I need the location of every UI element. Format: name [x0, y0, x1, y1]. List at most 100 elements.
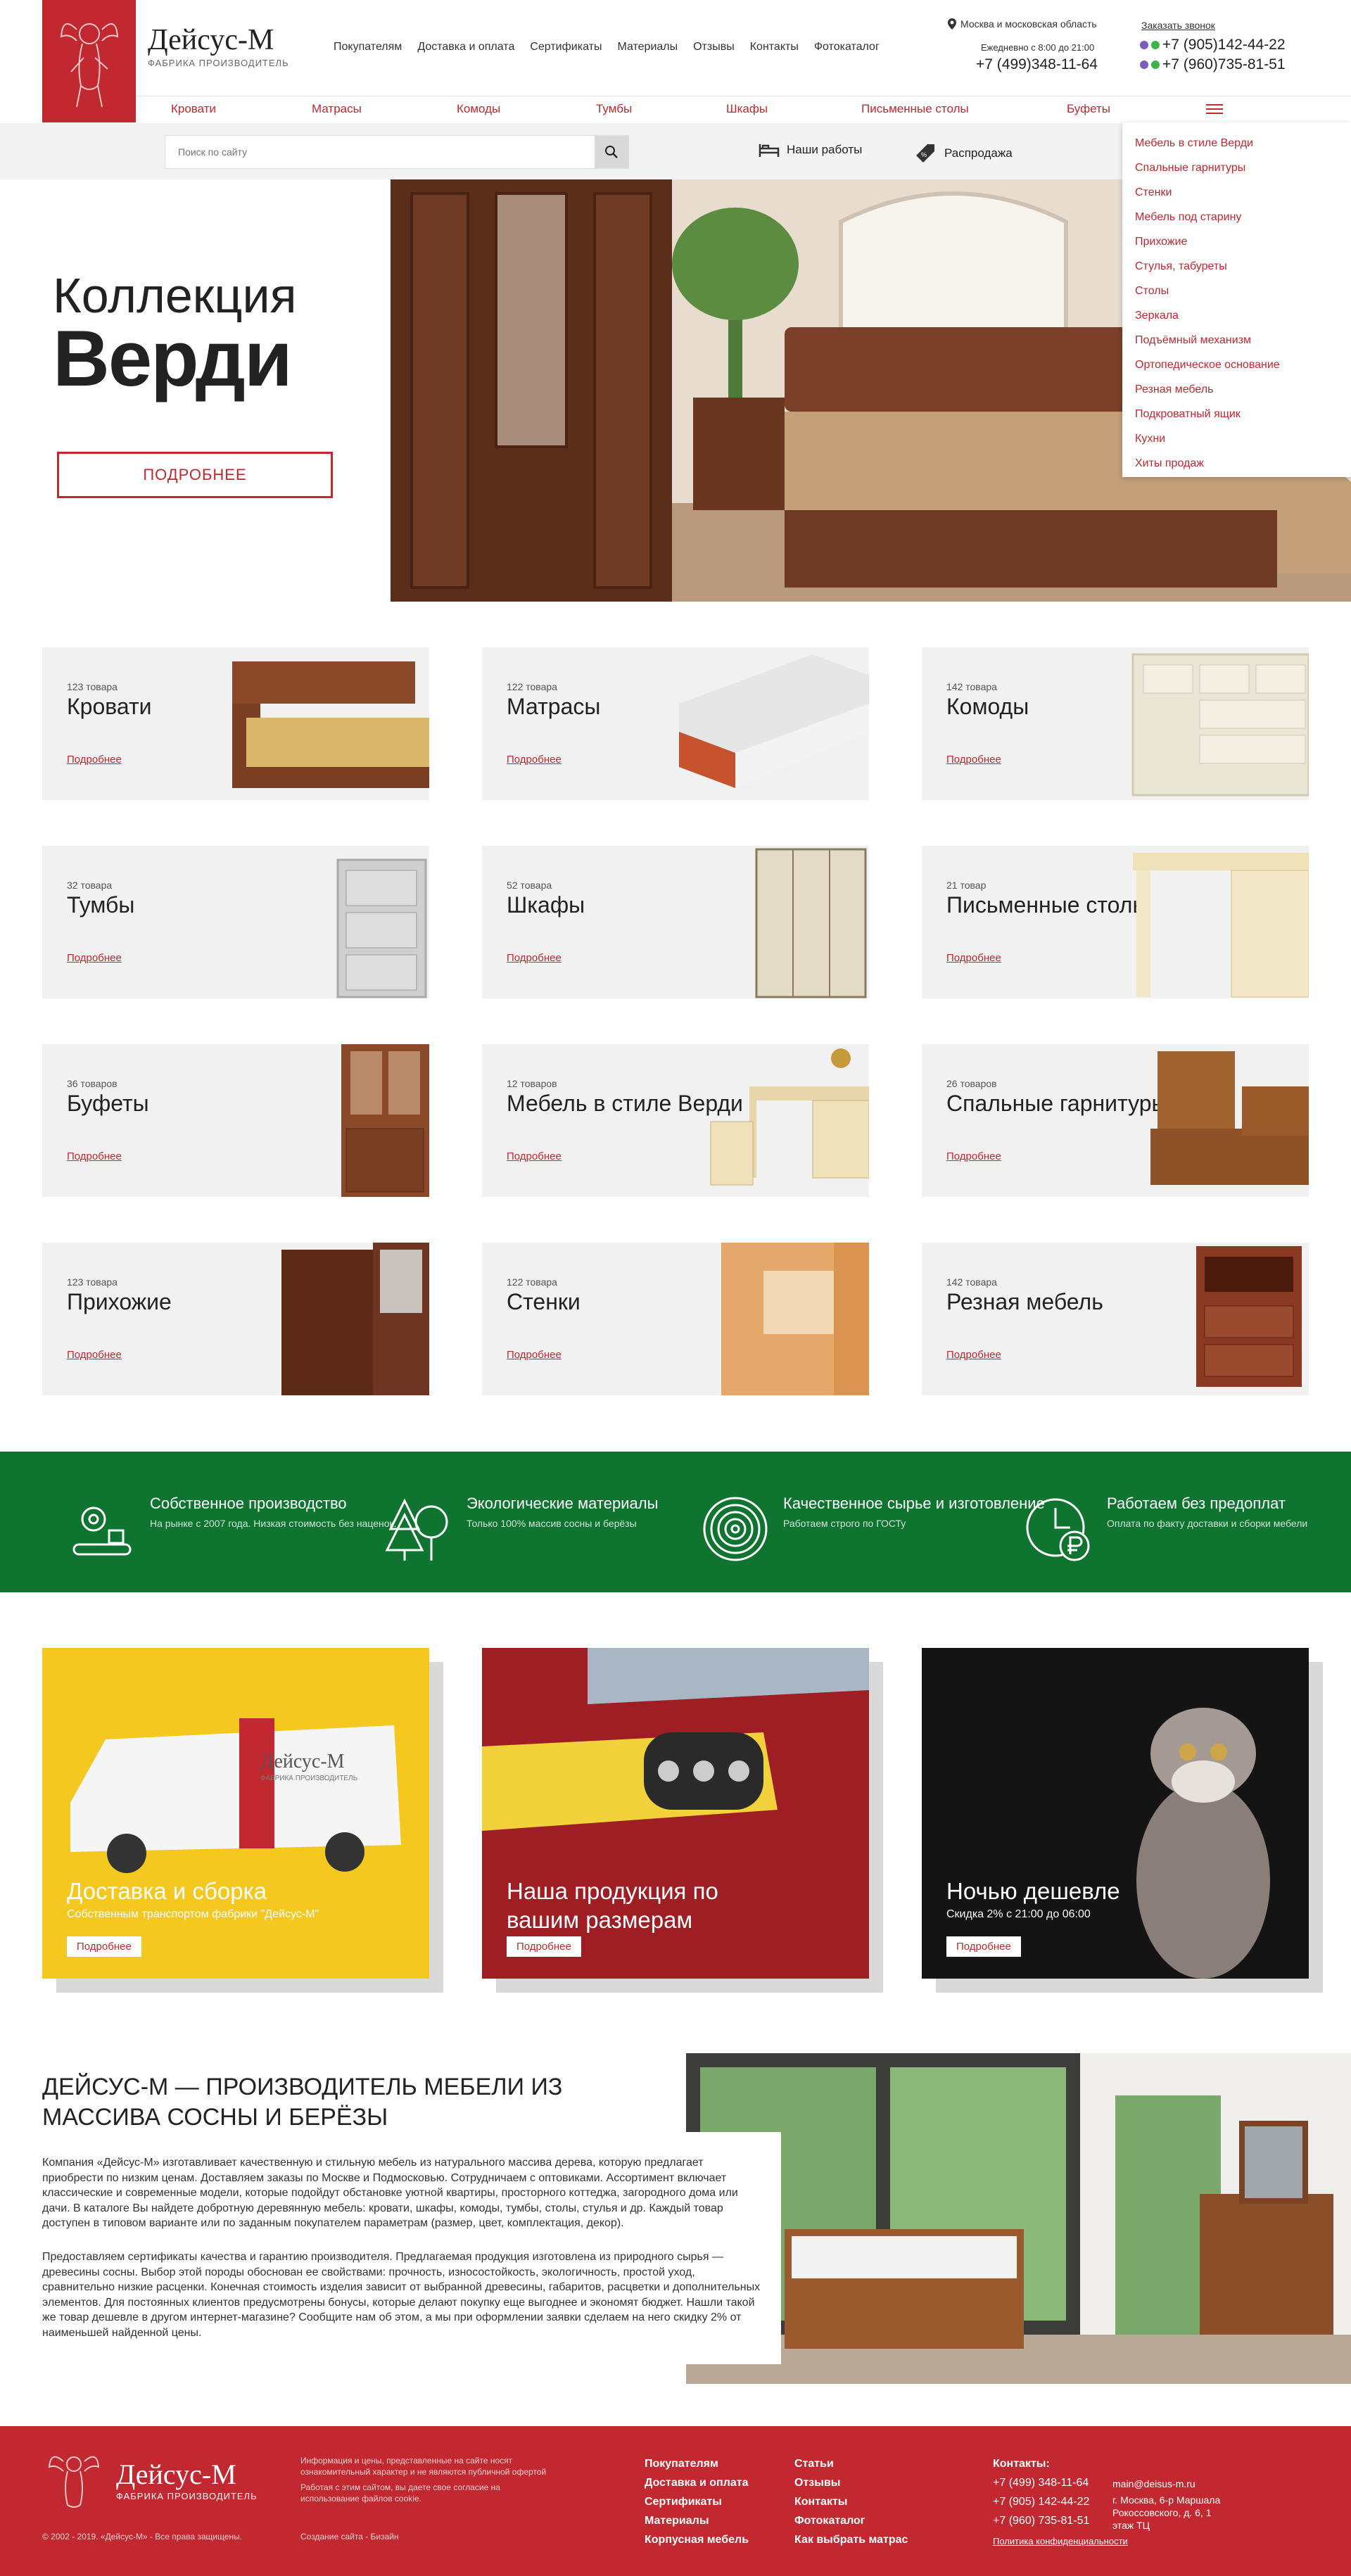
- category-card[interactable]: 123 товара Прихожие Подробнее: [42, 1243, 429, 1395]
- topnav-item[interactable]: Материалы: [617, 41, 678, 53]
- category-card[interactable]: 21 товар Письменные столы Подробнее: [922, 846, 1309, 998]
- category-more-link[interactable]: Подробнее: [946, 1349, 1001, 1361]
- category-more-link[interactable]: Подробнее: [67, 754, 122, 766]
- category-more-link[interactable]: Подробнее: [946, 952, 1001, 964]
- footer-link[interactable]: Контакты: [794, 2492, 908, 2511]
- category-more-link[interactable]: Подробнее: [507, 952, 562, 964]
- dropdown-item[interactable]: Прихожие: [1122, 229, 1351, 254]
- callback-link[interactable]: Заказать звонок: [1141, 20, 1215, 31]
- footer-phone[interactable]: +7 (499) 348-11-64: [993, 2473, 1089, 2492]
- category-more-link[interactable]: Подробнее: [67, 1349, 122, 1361]
- promo-title: Доставка и сборка: [67, 1878, 267, 1904]
- footer-link[interactable]: Корпусная мебель: [645, 2530, 749, 2549]
- category-card[interactable]: 26 товаров Спальные гарнитуры Подробнее: [922, 1044, 1309, 1197]
- category-more-link[interactable]: Подробнее: [507, 1150, 562, 1162]
- dropdown-item[interactable]: Резная мебель: [1122, 377, 1351, 402]
- category-card[interactable]: 142 товара Резная мебель Подробнее: [922, 1243, 1309, 1395]
- category-more-link[interactable]: Подробнее: [507, 1349, 562, 1361]
- topnav-item[interactable]: Контакты: [750, 41, 799, 53]
- phone-tertiary[interactable]: +7 (960)735-81-51: [1140, 56, 1286, 73]
- dropdown-item[interactable]: Стенки: [1122, 180, 1351, 205]
- catnav-item[interactable]: Комоды: [457, 102, 500, 116]
- category-more-link[interactable]: Подробнее: [946, 754, 1001, 766]
- search-input[interactable]: [165, 136, 588, 168]
- category-more-link[interactable]: Подробнее: [67, 952, 122, 964]
- our-works-link[interactable]: Наши работы: [759, 141, 862, 158]
- catnav-item[interactable]: Письменные столы: [861, 102, 969, 116]
- catnav-item[interactable]: Тумбы: [596, 102, 632, 116]
- topnav-item[interactable]: Сертификаты: [530, 41, 602, 53]
- footer-link[interactable]: Статьи: [794, 2454, 908, 2473]
- catnav-item[interactable]: Кровати: [171, 102, 216, 116]
- category-more-link[interactable]: Подробнее: [946, 1150, 1001, 1162]
- promo-more-button[interactable]: Подробнее: [946, 1936, 1021, 1957]
- footer-phone[interactable]: +7 (905) 142-44-22: [993, 2492, 1089, 2511]
- dropdown-item[interactable]: Ортопедическое основание: [1122, 353, 1351, 377]
- promo-card-custom-size[interactable]: Наша продукция по вашим размерам Подробн…: [482, 1648, 869, 1979]
- feature-item: Качественное сырье и изготовление Работа…: [700, 1494, 1045, 1564]
- menu-burger-icon[interactable]: [1206, 104, 1223, 114]
- footer-copyright: © 2002 - 2019. «Дейсус-М» - Все права за…: [42, 2532, 243, 2542]
- topnav-item[interactable]: Покупателям: [334, 41, 402, 53]
- category-card[interactable]: 123 товара Кровати Подробнее: [42, 647, 429, 800]
- footer-link[interactable]: Сертификаты: [645, 2492, 749, 2511]
- promo-more-button[interactable]: Подробнее: [507, 1936, 581, 1957]
- topnav-item[interactable]: Фотокаталог: [814, 41, 880, 53]
- factory-gear-icon: [72, 1506, 132, 1556]
- dropdown-item[interactable]: Подъёмный механизм: [1122, 328, 1351, 353]
- category-card[interactable]: 122 товара Стенки Подробнее: [482, 1243, 869, 1395]
- footer-link[interactable]: Отзывы: [794, 2473, 908, 2492]
- catnav-item[interactable]: Матрасы: [312, 102, 362, 116]
- topnav-item[interactable]: Отзывы: [693, 41, 735, 53]
- dropdown-item[interactable]: Мебель под старину: [1122, 205, 1351, 229]
- category-card[interactable]: 32 товара Тумбы Подробнее: [42, 846, 429, 998]
- sale-link[interactable]: % Распродажа: [913, 141, 1013, 165]
- footer-address: г. Москва, 6-р Маршала Рокоссовского, д.…: [1112, 2494, 1221, 2532]
- footer-privacy-link[interactable]: Политика конфиденциальности: [993, 2536, 1128, 2546]
- category-card[interactable]: 12 товаров Мебель в стиле Верди Подробне…: [482, 1044, 869, 1197]
- dropdown-item[interactable]: Столы: [1122, 279, 1351, 303]
- search-button[interactable]: [595, 136, 628, 168]
- footer-link[interactable]: Материалы: [645, 2511, 749, 2530]
- catnav-item[interactable]: Шкафы: [726, 102, 768, 116]
- logo[interactable]: [42, 0, 136, 122]
- topnav-item[interactable]: Доставка и оплата: [417, 41, 514, 53]
- footer-made-by[interactable]: Создание сайта - Бизайн: [300, 2532, 399, 2543]
- region[interactable]: Москва и московская область: [948, 18, 1097, 30]
- dropdown-item[interactable]: Зеркала: [1122, 303, 1351, 328]
- category-card[interactable]: 142 товара Комоды Подробнее: [922, 647, 1309, 800]
- category-count: 123 товара: [67, 681, 118, 692]
- catnav-item[interactable]: Буфеты: [1067, 102, 1110, 116]
- promo-card-delivery[interactable]: Дейсус-М ФАБРИКА ПРОИЗВОДИТЕЛЬ Доставка …: [42, 1648, 429, 1979]
- about-image: [686, 2053, 1351, 2384]
- phone-secondary[interactable]: +7 (905)142-44-22: [1140, 37, 1286, 53]
- dropdown-item[interactable]: Мебель в стиле Верди: [1122, 131, 1351, 156]
- phone-main[interactable]: +7 (499)348-11-64: [976, 56, 1098, 73]
- footer-link[interactable]: Как выбрать матрас: [794, 2530, 908, 2549]
- hero-more-button[interactable]: ПОДРОБНЕЕ: [57, 452, 333, 498]
- footer-link[interactable]: Покупателям: [645, 2454, 749, 2473]
- dropdown-item[interactable]: Кухни: [1122, 426, 1351, 451]
- dropdown-item[interactable]: Подкроватный ящик: [1122, 402, 1351, 426]
- category-card[interactable]: 36 товаров Буфеты Подробнее: [42, 1044, 429, 1197]
- category-card[interactable]: 52 товара Шкафы Подробнее: [482, 846, 869, 998]
- promo-card-night[interactable]: Ночью дешевле Скидка 2% с 21:00 до 06:00…: [922, 1648, 1309, 1979]
- dropdown-item[interactable]: Стулья, табуреты: [1122, 254, 1351, 279]
- category-title: Комоды: [946, 694, 1029, 719]
- footer-link[interactable]: Доставка и оплата: [645, 2473, 749, 2492]
- brand[interactable]: Дейсус-М ФАБРИКА ПРОИЗВОДИТЕЛЬ: [148, 25, 289, 68]
- category-card[interactable]: 122 товара Матрасы Подробнее: [482, 647, 869, 800]
- footer-contacts-title: Контакты:: [993, 2458, 1050, 2470]
- dropdown-item[interactable]: Спальные гарнитуры: [1122, 156, 1351, 180]
- category-more-link[interactable]: Подробнее: [507, 754, 562, 766]
- footer-col-1: Покупателям Доставка и оплата Сертификат…: [645, 2454, 749, 2549]
- footer-link[interactable]: Фотокаталог: [794, 2511, 908, 2530]
- footer-email[interactable]: main@deisus-m.ru: [1112, 2478, 1195, 2489]
- category-more-link[interactable]: Подробнее: [67, 1150, 122, 1162]
- about-paragraph-1: Компания «Дейсус-М» изготавливает качест…: [42, 2157, 738, 2230]
- footer-phone[interactable]: +7 (960) 735-81-51: [993, 2511, 1089, 2530]
- dropdown-item[interactable]: Хиты продаж: [1122, 451, 1351, 476]
- promo-more-button[interactable]: Подробнее: [67, 1936, 141, 1957]
- footer-angel-logo-icon: [48, 2456, 100, 2508]
- promo-sub: Скидка 2% с 21:00 до 06:00: [946, 1908, 1091, 1920]
